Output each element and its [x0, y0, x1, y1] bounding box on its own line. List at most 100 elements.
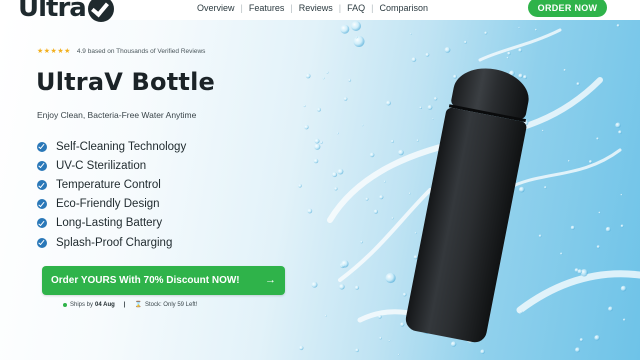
water-droplet [589, 160, 593, 164]
water-droplet [298, 184, 302, 188]
water-droplet [432, 117, 435, 120]
water-droplet [544, 186, 547, 189]
product-subtitle: Enjoy Clean, Bacteria-Free Water Anytime [37, 110, 197, 120]
water-droplet [534, 28, 538, 31]
water-droplet [313, 158, 319, 164]
water-droplet [450, 341, 457, 347]
water-droplet [538, 234, 542, 238]
water-droplet [596, 137, 599, 140]
water-droplet [355, 348, 359, 353]
water-droplet [385, 272, 396, 284]
water-droplet [518, 26, 520, 29]
water-droplet [373, 209, 378, 214]
water-droplet [570, 225, 575, 230]
feature-item: Splash-Proof Charging [37, 233, 186, 252]
water-droplet [518, 48, 523, 53]
water-droplet [341, 260, 349, 268]
water-droplet [348, 78, 352, 82]
water-droplet [563, 68, 566, 72]
water-droplet [388, 339, 391, 342]
product-title: UltraV Bottle [36, 68, 215, 96]
feature-label: Long-Lasting Battery [56, 217, 163, 230]
water-droplet [379, 336, 382, 340]
water-droplet [519, 310, 523, 314]
water-droplet [411, 57, 417, 62]
order-now-button[interactable]: ORDER NOW [528, 0, 607, 17]
water-droplet [332, 172, 338, 178]
check-icon [37, 160, 47, 171]
feature-label: Splash-Proof Charging [56, 236, 173, 249]
water-droplet [567, 160, 570, 162]
feature-list: Self-Cleaning Technology UV-C Sterilizat… [37, 137, 186, 252]
nav-link-reviews[interactable]: Reviews [293, 3, 339, 13]
water-droplet [605, 226, 611, 232]
water-droplet [506, 56, 509, 59]
water-droplet [337, 168, 344, 175]
water-droplet [314, 138, 320, 144]
water-droplet [326, 71, 329, 74]
arrow-right-icon: → [265, 274, 276, 286]
water-droplet [397, 353, 400, 356]
water-droplet [398, 149, 404, 156]
water-droplet [343, 97, 348, 101]
nav-link-faq[interactable]: FAQ [341, 3, 371, 13]
water-droplet [433, 97, 438, 101]
water-droplet [419, 106, 423, 109]
water-droplet [320, 141, 323, 144]
water-droplet [594, 335, 600, 341]
top-nav: Ultra Overview | Features | Reviews | FA… [0, 0, 640, 23]
water-droplet [299, 345, 304, 351]
water-droplet [307, 208, 313, 214]
cta-label: Order YOURS With 70% Discount NOW! [51, 275, 240, 286]
discount-cta-button[interactable]: Order YOURS With 70% Discount NOW! → [42, 266, 285, 295]
water-droplet [360, 240, 363, 244]
water-droplet [304, 125, 309, 130]
shipping-date: 04 Aug [95, 301, 115, 308]
feature-label: Eco-Friendly Design [56, 198, 160, 211]
water-droplet [577, 269, 583, 274]
water-droplet [596, 245, 601, 249]
water-droplet [425, 52, 430, 57]
water-droplet [391, 217, 394, 220]
water-droplet [340, 24, 350, 34]
water-droplet [623, 318, 626, 322]
water-droplet [560, 252, 563, 255]
water-droplet [303, 104, 306, 108]
water-droplet [575, 347, 581, 353]
water-droplet [361, 124, 364, 127]
water-droplet [598, 211, 601, 214]
info-divider: | [123, 301, 126, 308]
water-droplet [519, 186, 525, 193]
brand-logo[interactable]: Ultra [18, 0, 114, 23]
water-droplet [378, 315, 382, 319]
feature-item: Self-Cleaning Technology [37, 137, 186, 156]
rating-text: 4.9 based on Thousands of Verified Revie… [76, 47, 206, 55]
water-droplet [579, 338, 584, 342]
water-droplet [317, 107, 321, 112]
v-check-logo-icon [87, 0, 114, 22]
water-droplet [408, 192, 411, 195]
hero-section: ★★★★★ 4.9 based on Thousands of Verified… [0, 20, 640, 360]
water-droplet [311, 281, 318, 288]
water-droplet [409, 33, 412, 35]
water-droplet [464, 40, 467, 44]
water-droplet [618, 130, 622, 134]
nav-link-comparison[interactable]: Comparison [373, 3, 434, 13]
rating-stars-icon: ★★★★★ [37, 48, 71, 55]
feature-label: Temperature Control [56, 178, 161, 191]
water-droplet [379, 195, 384, 200]
feature-item: Temperature Control [37, 175, 186, 194]
check-icon [37, 141, 47, 152]
water-droplet [365, 197, 369, 201]
water-droplet [576, 82, 580, 86]
nav-link-overview[interactable]: Overview [191, 3, 241, 13]
check-icon [37, 199, 47, 210]
water-droplet [314, 143, 321, 150]
water-droplet [324, 314, 327, 317]
check-icon [37, 237, 47, 248]
water-droplet [615, 122, 621, 128]
water-droplet [386, 100, 391, 106]
water-droplet [444, 47, 451, 53]
nav-link-features[interactable]: Features [243, 3, 291, 13]
water-droplet [480, 349, 485, 354]
